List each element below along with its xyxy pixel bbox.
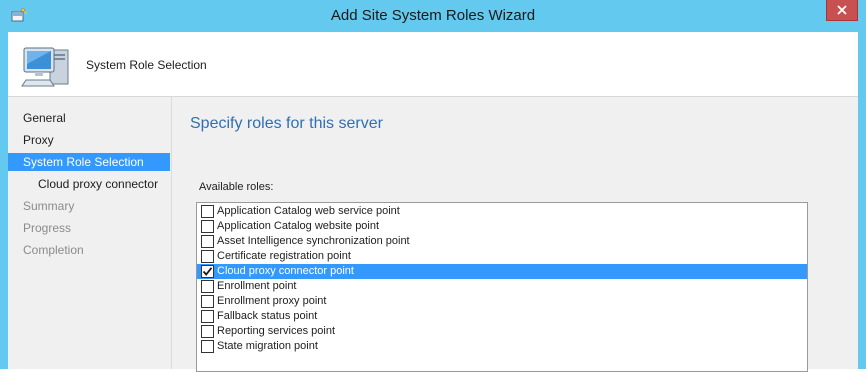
checkmark-icon xyxy=(202,267,213,276)
nav-item-cloud-proxy-connector[interactable]: Cloud proxy connector xyxy=(8,175,170,193)
available-roles-list[interactable]: Application Catalog web service point Ap… xyxy=(196,202,808,372)
nav-item-proxy[interactable]: Proxy xyxy=(8,131,170,149)
role-label: Enrollment point xyxy=(217,280,297,292)
nav-item-completion: Completion xyxy=(23,243,84,257)
role-checkbox[interactable] xyxy=(201,310,214,323)
role-checkbox[interactable] xyxy=(201,295,214,308)
role-checkbox[interactable] xyxy=(201,340,214,353)
role-checkbox[interactable] xyxy=(201,220,214,233)
role-row[interactable]: Enrollment point xyxy=(197,279,807,294)
window-frame-left xyxy=(0,32,8,369)
role-row[interactable]: Asset Intelligence synchronization point xyxy=(197,234,807,249)
role-row[interactable]: Certificate registration point xyxy=(197,249,807,264)
role-row[interactable]: Enrollment proxy point xyxy=(197,294,807,309)
role-label: Asset Intelligence synchronization point xyxy=(217,235,410,247)
window-frame-right xyxy=(858,32,866,369)
title-bar[interactable]: Add Site System Roles Wizard xyxy=(0,0,866,32)
role-row[interactable]: State migration point xyxy=(197,339,807,354)
role-label: Cloud proxy connector point xyxy=(217,265,354,277)
nav-item-progress: Progress xyxy=(23,221,72,235)
close-icon xyxy=(837,5,847,15)
available-roles-label: Available roles: xyxy=(199,181,274,193)
role-checkbox[interactable] xyxy=(201,235,214,248)
role-checkbox[interactable] xyxy=(201,250,214,263)
wizard-content: Specify roles for this server Available … xyxy=(172,97,858,372)
role-row-selected[interactable]: Cloud proxy connector point xyxy=(197,264,807,279)
close-button[interactable] xyxy=(826,0,858,21)
window-title: Add Site System Roles Wizard xyxy=(330,7,536,24)
nav-item-general[interactable]: General xyxy=(8,109,170,127)
role-checkbox-checked[interactable] xyxy=(201,265,214,278)
wizard-navigation: General Proxy System Role Selection Clou… xyxy=(8,97,172,369)
nav-item-system-role-selection[interactable]: System Role Selection xyxy=(8,153,170,171)
role-row[interactable]: Fallback status point xyxy=(197,309,807,324)
role-label: Application Catalog website point xyxy=(217,220,380,232)
role-row[interactable]: Application Catalog web service point xyxy=(197,204,807,219)
page-heading: Specify roles for this server xyxy=(190,115,383,132)
nav-item-summary: Summary xyxy=(23,199,75,213)
role-label: Fallback status point xyxy=(217,310,318,322)
computer-icon xyxy=(20,42,72,90)
role-label: State migration point xyxy=(217,340,318,352)
role-checkbox[interactable] xyxy=(201,280,214,293)
role-label: Enrollment proxy point xyxy=(217,295,327,307)
wizard-header: System Role Selection xyxy=(8,32,858,97)
role-checkbox[interactable] xyxy=(201,205,214,218)
role-checkbox[interactable] xyxy=(201,325,214,338)
role-row[interactable]: Reporting services point xyxy=(197,324,807,339)
role-label: Reporting services point xyxy=(217,325,336,337)
role-label: Certificate registration point xyxy=(217,250,351,262)
header-title: System Role Selection xyxy=(86,58,207,72)
role-row[interactable]: Application Catalog website point xyxy=(197,219,807,234)
role-label: Application Catalog web service point xyxy=(217,205,400,217)
